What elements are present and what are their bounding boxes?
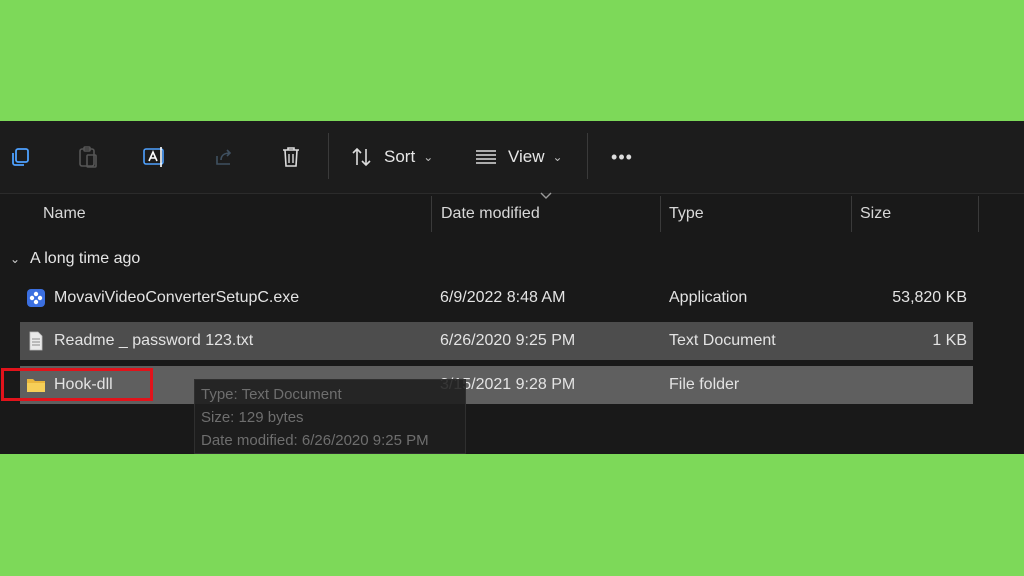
file-row[interactable]: Readme _ password 123.txt 6/26/2020 9:25… (20, 322, 973, 360)
rename-icon (143, 147, 164, 167)
sort-icon (352, 147, 371, 167)
highlight-box (1, 368, 153, 401)
view-label: View (508, 147, 545, 166)
group-header[interactable]: ⌄ A long time ago (10, 247, 140, 271)
text-file-icon (29, 331, 43, 351)
file-row[interactable]: Hook-dll 3/15/2021 9:28 PM File folder (20, 366, 973, 404)
more-icon: ••• (611, 146, 633, 167)
file-date: 6/9/2022 8:48 AM (440, 289, 566, 306)
view-list-icon (476, 150, 496, 164)
rename-button[interactable] (142, 139, 168, 175)
copy-button[interactable] (8, 139, 32, 175)
file-name: MovaviVideoConverterSetupC.exe (54, 289, 300, 306)
column-size[interactable]: Size (860, 194, 891, 234)
tooltip-type: Type: Text Document (201, 386, 342, 403)
column-divider[interactable] (851, 196, 852, 232)
paste-icon (79, 146, 97, 168)
tooltip-date: Date modified: 6/26/2020 9:25 PM (201, 432, 429, 449)
share-icon (216, 149, 232, 165)
file-info-tooltip: Type: Text Document Size: 129 bytes Date… (194, 379, 466, 454)
copy-icon (12, 148, 29, 166)
file-row[interactable]: MovaviVideoConverterSetupC.exe 6/9/2022 … (20, 279, 973, 317)
file-type: File folder (669, 376, 740, 393)
sort-label: Sort (384, 147, 416, 166)
file-type: Text Document (669, 332, 776, 349)
chevron-down-icon: ⌄ (552, 150, 563, 164)
more-options-button[interactable]: ••• (608, 139, 636, 175)
column-header-row: Name Date modified Type Size (0, 192, 1024, 234)
column-date-modified[interactable]: Date modified (441, 194, 540, 234)
app-installer-icon (27, 289, 45, 307)
file-date: 6/26/2020 9:25 PM (440, 332, 576, 349)
file-name: Readme _ password 123.txt (54, 332, 254, 349)
view-button[interactable]: View ⌄ (474, 139, 563, 175)
sort-button[interactable]: Sort ⌄ (350, 139, 433, 175)
file-explorer-window: Sort ⌄ View ⌄ ••• Name Date modified Typ… (0, 121, 1024, 454)
file-type: Application (669, 289, 748, 306)
toolbar-separator (587, 133, 588, 179)
group-label: A long time ago (30, 250, 141, 267)
sort-caret-icon (540, 192, 552, 199)
delete-button[interactable] (279, 139, 303, 175)
toolbar-separator (328, 133, 329, 179)
chevron-down-icon: ⌄ (10, 252, 21, 266)
trash-icon (283, 147, 299, 167)
file-size: 1 KB (932, 332, 967, 349)
column-divider[interactable] (978, 196, 979, 232)
command-bar: Sort ⌄ View ⌄ ••• (0, 121, 1024, 193)
paste-button[interactable] (76, 139, 100, 175)
file-size: 53,820 KB (892, 289, 967, 306)
chevron-down-icon: ⌄ (423, 150, 434, 164)
column-divider[interactable] (660, 196, 661, 232)
column-type[interactable]: Type (669, 194, 704, 234)
column-name[interactable]: Name (43, 194, 86, 234)
share-button[interactable] (212, 139, 236, 175)
tooltip-size: Size: 129 bytes (201, 409, 304, 426)
column-divider[interactable] (431, 196, 432, 232)
